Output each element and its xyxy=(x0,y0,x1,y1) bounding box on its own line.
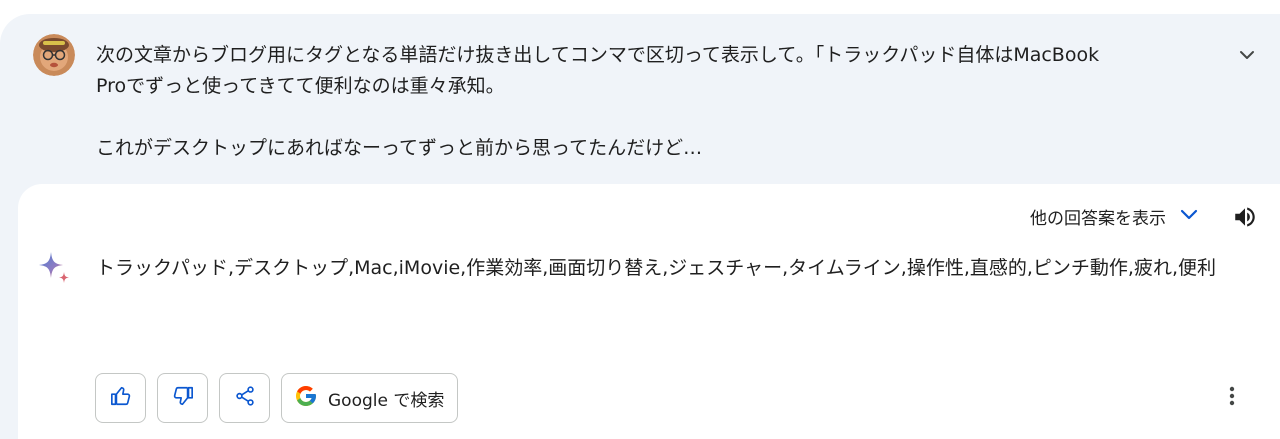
more-vert-icon[interactable] xyxy=(1222,384,1242,408)
chevron-down-icon xyxy=(1178,203,1200,230)
show-drafts-label: 他の回答案を表示 xyxy=(1030,208,1166,229)
user-message-line: 次の文章からブログ用にタグとなる単語だけ抜き出してコンマで区切って表示して。「ト… xyxy=(96,44,1100,66)
google-g-icon xyxy=(294,384,318,412)
thumb-up-icon xyxy=(110,385,132,411)
google-search-label: Google で検索 xyxy=(328,390,445,411)
thumb-down-button[interactable] xyxy=(157,373,208,423)
thumb-down-icon xyxy=(172,385,194,411)
google-search-button[interactable]: Google で検索 xyxy=(281,373,458,423)
sparkle-icon xyxy=(34,248,74,288)
answer-text: トラックパッド,デスクトップ,Mac,iMovie,作業効率,画面切り替え,ジェ… xyxy=(96,257,1216,279)
user-message-line: Proでずっと使ってきてて便利なのは重々承知。 xyxy=(96,75,505,97)
user-message: 次の文章からブログ用にタグとなる単語だけ抜き出してコンマで区切って表示して。「ト… xyxy=(96,40,1206,164)
chevron-down-icon[interactable] xyxy=(1236,44,1258,66)
share-icon xyxy=(234,385,256,411)
speaker-icon[interactable] xyxy=(1232,204,1258,230)
share-button[interactable] xyxy=(219,373,270,423)
user-message-line: これがデスクトップにあればなーってずっと前から思ってたんだけど… xyxy=(96,137,703,159)
show-drafts-button[interactable]: 他の回答案を表示 xyxy=(1030,203,1200,230)
user-avatar[interactable] xyxy=(33,34,75,76)
thumb-up-button[interactable] xyxy=(95,373,146,423)
